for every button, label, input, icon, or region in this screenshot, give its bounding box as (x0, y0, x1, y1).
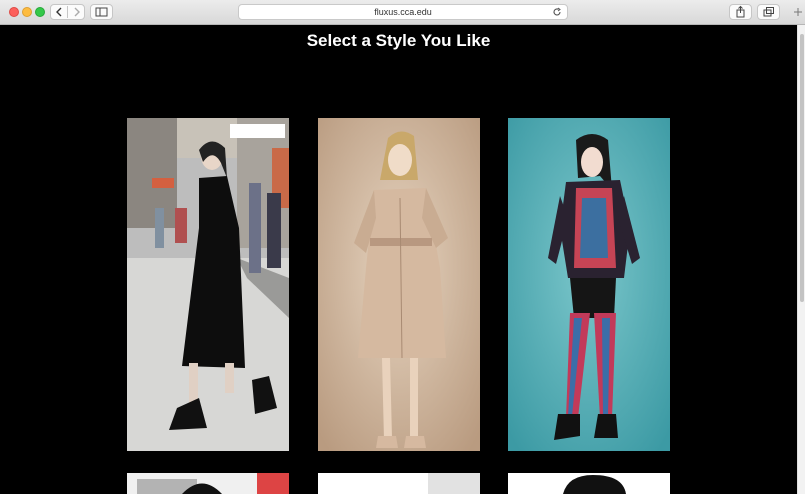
chevron-left-icon (56, 7, 62, 17)
style-option-6[interactable] (508, 473, 670, 494)
navigation-buttons (50, 4, 85, 20)
reload-icon[interactable] (552, 7, 562, 17)
style-option-street[interactable] (127, 118, 289, 451)
street-style-image (127, 118, 289, 451)
new-tab-button[interactable] (791, 5, 805, 19)
scrollbar-thumb[interactable] (800, 34, 804, 302)
plus-icon (794, 8, 802, 16)
browser-toolbar: fluxus.cca.edu (0, 0, 805, 25)
forward-button[interactable] (68, 5, 85, 19)
style-6-image (508, 473, 670, 494)
chevron-right-icon (74, 7, 80, 17)
sidebar-icon (95, 7, 108, 17)
style-option-4[interactable] (127, 473, 289, 494)
address-bar[interactable]: fluxus.cca.edu (238, 4, 568, 20)
zoom-window-button[interactable] (35, 7, 45, 17)
style-option-trench[interactable] (318, 118, 480, 451)
page-title: Select a Style You Like (306, 31, 491, 50)
trench-coat-image (318, 118, 480, 451)
sporty-style-image (508, 118, 670, 451)
style-option-5[interactable] (318, 473, 480, 494)
style-4-image (127, 473, 289, 494)
tabs-icon (763, 7, 774, 17)
share-button[interactable] (729, 4, 752, 20)
url-text: fluxus.cca.edu (374, 7, 432, 17)
vertical-scrollbar[interactable] (797, 25, 805, 494)
share-icon (736, 5, 745, 18)
minimize-window-button[interactable] (22, 7, 32, 17)
show-tabs-button[interactable] (757, 4, 780, 20)
style-5-image (318, 473, 480, 494)
style-option-sporty[interactable] (508, 118, 670, 451)
sidebar-button[interactable] (90, 4, 113, 20)
back-button[interactable] (51, 5, 68, 19)
close-window-button[interactable] (9, 7, 19, 17)
